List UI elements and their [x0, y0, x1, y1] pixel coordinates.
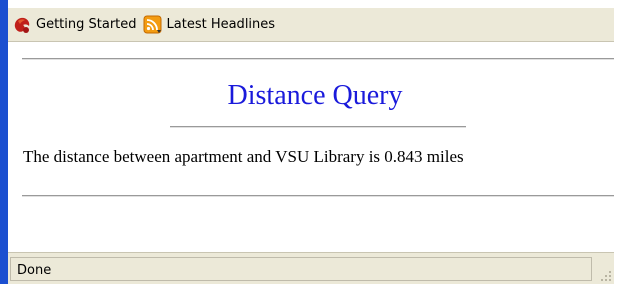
bookmark-label: Latest Headlines — [166, 17, 276, 32]
horizontal-rule-bottom — [22, 195, 620, 197]
firefox-icon — [12, 15, 32, 35]
bookmark-label: Getting Started — [36, 17, 137, 32]
bookmarks-toolbar: Getting Started Latest Headlines — [8, 8, 614, 42]
resize-grip-icon[interactable] — [598, 268, 612, 282]
window-border-right — [614, 0, 624, 284]
page-title: Distance Query — [227, 80, 403, 111]
rss-feed-icon — [143, 15, 163, 35]
horizontal-rule-top — [22, 58, 620, 60]
horizontal-rule-title — [170, 126, 466, 128]
browser-window: Getting Started Latest Headlines Distanc… — [0, 0, 624, 284]
window-border-left — [0, 0, 8, 284]
bookmark-latest-headlines[interactable]: Latest Headlines — [143, 15, 276, 35]
status-panel: Done — [10, 257, 592, 281]
distance-result: The distance between apartment and VSU L… — [23, 147, 464, 166]
page-content: Distance Query The distance between apar… — [8, 43, 620, 251]
bookmark-getting-started[interactable]: Getting Started — [12, 15, 137, 35]
status-bar: Done — [8, 252, 614, 284]
status-text: Done — [17, 263, 52, 278]
